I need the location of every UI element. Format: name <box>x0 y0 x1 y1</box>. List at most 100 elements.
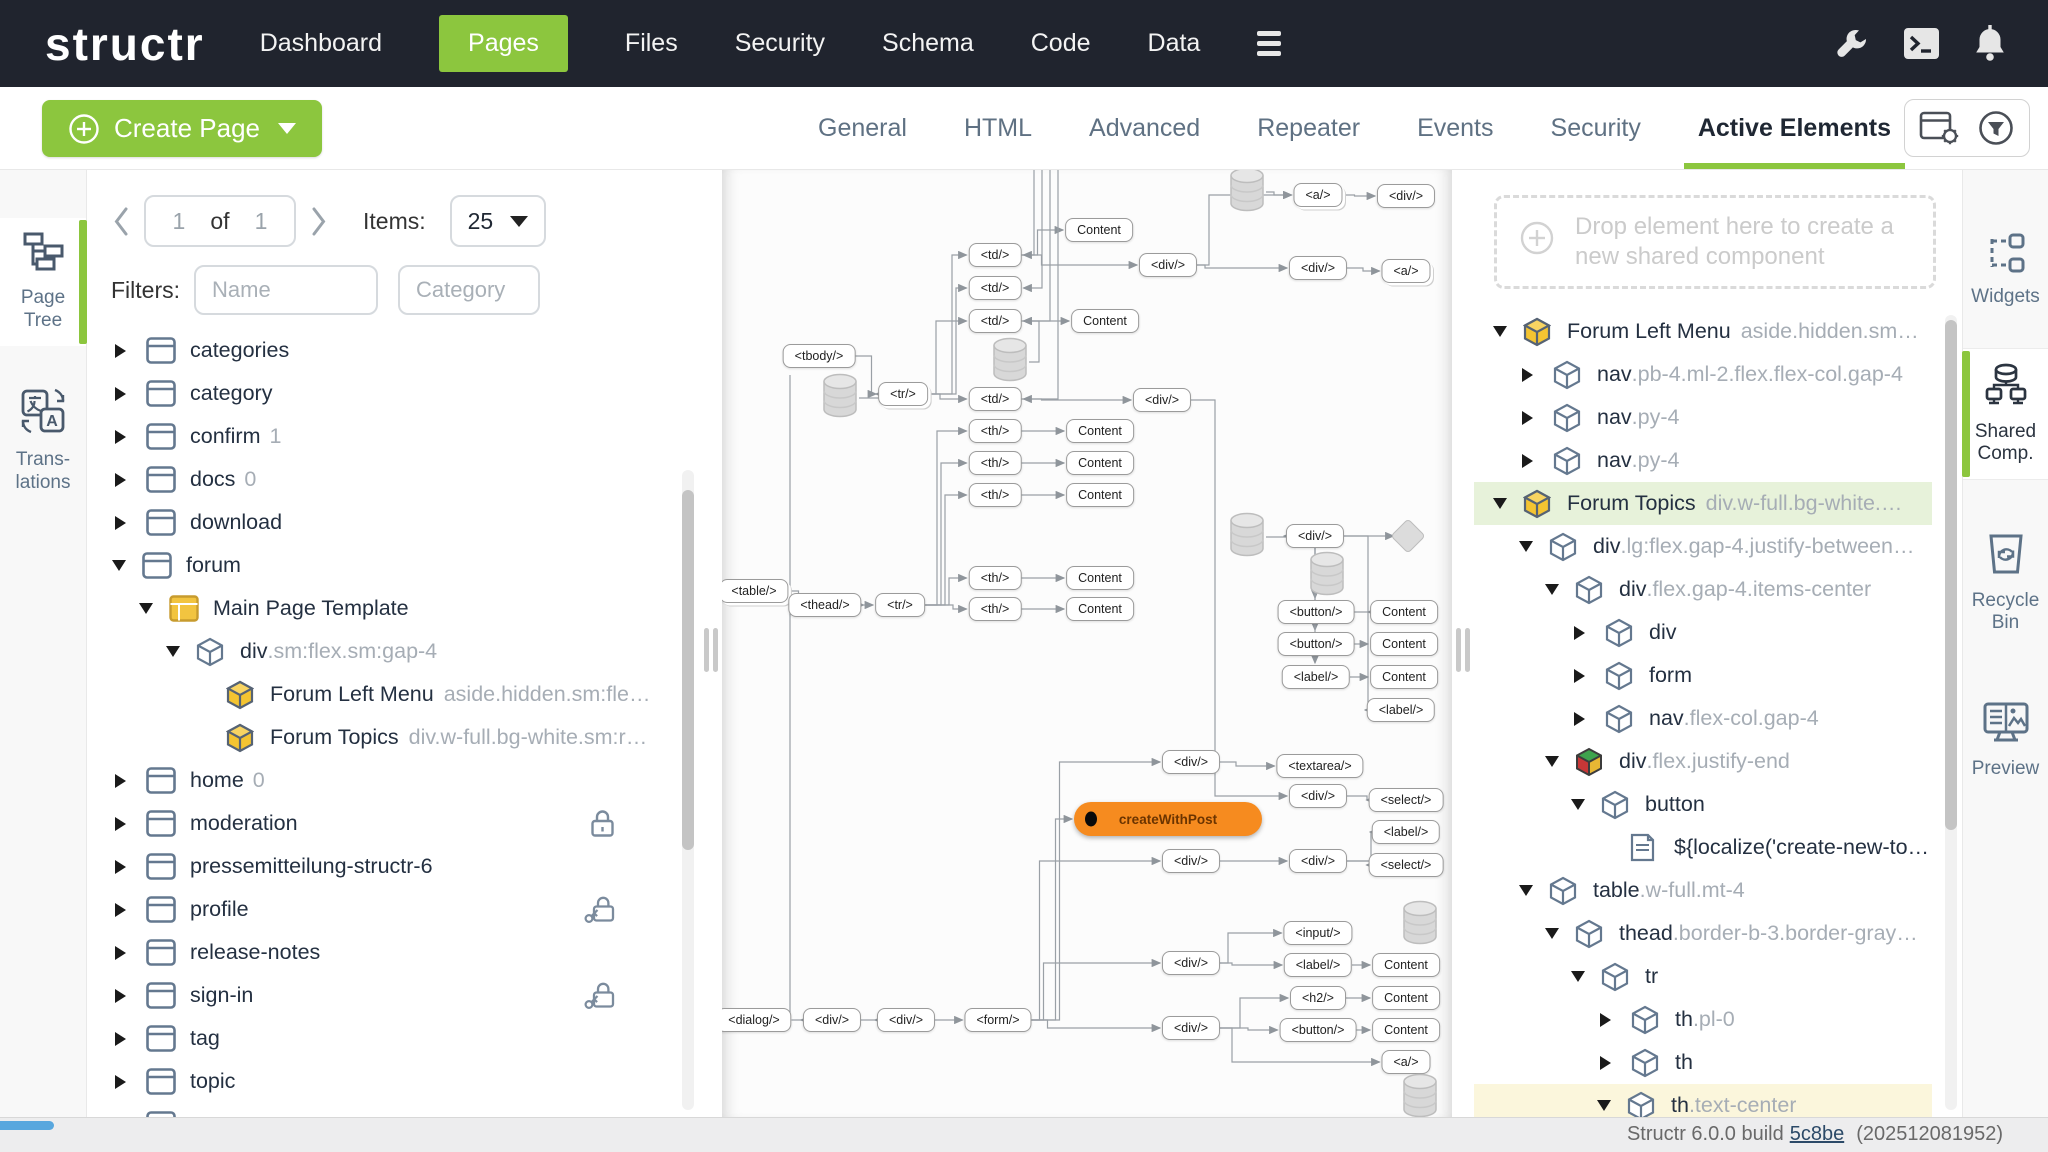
tab-general[interactable]: General <box>818 87 907 169</box>
caret-closed-icon[interactable] <box>115 774 126 788</box>
element-node[interactable]: <div/> <box>1377 184 1435 208</box>
shared-tree-row[interactable]: Forum Left Menuaside.hidden.sm… <box>1474 310 1932 353</box>
element-node[interactable]: <div/> <box>1162 849 1220 873</box>
caret-open-icon[interactable] <box>139 603 153 614</box>
tab-html[interactable]: HTML <box>964 87 1032 169</box>
menu-code[interactable]: Code <box>1031 15 1091 72</box>
key-lock-icon[interactable] <box>583 894 616 925</box>
caret-open-icon[interactable] <box>1571 799 1585 810</box>
caret-open-icon[interactable] <box>1545 928 1559 939</box>
element-node[interactable]: <div/> <box>1286 524 1344 548</box>
caret-closed-icon[interactable] <box>1574 626 1585 640</box>
element-node[interactable]: <th/> <box>969 419 1022 443</box>
caret-closed-icon[interactable] <box>115 344 126 358</box>
page-tree-row[interactable]: pressemitteilung-structr-6 <box>87 845 660 888</box>
sidebar-item-widgets[interactable]: Widgets <box>1963 220 2048 322</box>
element-node[interactable]: <td/> <box>969 387 1022 411</box>
element-node[interactable]: <button/> <box>1278 632 1355 656</box>
content-node[interactable]: Content <box>1066 566 1134 590</box>
shared-tree-row[interactable]: thead.border-b-3.border-gray… <box>1474 912 1932 955</box>
caret-closed-icon[interactable] <box>115 387 126 401</box>
content-node[interactable]: Content <box>1066 451 1134 475</box>
panel-splitter[interactable] <box>1452 170 1474 1117</box>
database-icon[interactable] <box>1401 900 1439 951</box>
content-node[interactable]: Content <box>1372 1018 1440 1042</box>
element-node[interactable]: <label/> <box>1284 953 1352 977</box>
bell-icon[interactable] <box>1974 25 2006 62</box>
category-filter-input[interactable] <box>398 265 540 315</box>
page-tree-row[interactable]: moderation <box>87 802 660 845</box>
page-tree-row[interactable]: categories <box>87 329 660 372</box>
page-tree-row[interactable]: Main Page Template <box>87 587 660 630</box>
database-icon[interactable] <box>991 337 1029 388</box>
element-node[interactable]: <th/> <box>969 566 1022 590</box>
shared-tree-row[interactable]: th.pl-0 <box>1474 998 1932 1041</box>
element-node[interactable]: <tr/> <box>878 382 928 406</box>
database-icon[interactable] <box>1308 551 1346 602</box>
element-node[interactable]: <label/> <box>1282 665 1350 689</box>
element-node[interactable]: <input/> <box>1283 921 1352 945</box>
caret-closed-icon[interactable] <box>1600 1013 1611 1027</box>
terminal-icon[interactable] <box>1903 27 1940 60</box>
caret-open-icon[interactable] <box>112 560 126 571</box>
tab-events[interactable]: Events <box>1417 87 1493 169</box>
shared-tree-row[interactable]: th <box>1474 1041 1932 1084</box>
page-tree-row[interactable]: Forum Topicsdiv.w-full.bg-white.sm:r… <box>87 716 660 759</box>
sidebar-item-page-tree[interactable]: PageTree <box>0 218 86 346</box>
element-node[interactable]: <div/> <box>1162 951 1220 975</box>
element-node[interactable]: <tbody/> <box>783 344 856 368</box>
caret-open-icon[interactable] <box>1493 498 1507 509</box>
element-node[interactable]: <td/> <box>969 276 1022 300</box>
element-node[interactable]: <div/> <box>1289 256 1347 280</box>
current-page[interactable]: 1 <box>173 208 186 235</box>
create-page-button[interactable]: Create Page <box>42 100 322 157</box>
caret-open-icon[interactable] <box>166 646 180 657</box>
menu-schema[interactable]: Schema <box>882 15 974 72</box>
element-node[interactable]: <select/> <box>1369 788 1444 812</box>
content-node[interactable]: Content <box>1370 600 1438 624</box>
caret-closed-icon[interactable] <box>115 1032 126 1046</box>
element-node[interactable]: <td/> <box>969 309 1022 333</box>
caret-closed-icon[interactable] <box>1522 411 1533 425</box>
menu-pages[interactable]: Pages <box>439 15 568 72</box>
menu-security[interactable]: Security <box>735 15 825 72</box>
caret-open-icon[interactable] <box>1519 541 1533 552</box>
caret-open-icon[interactable] <box>1571 971 1585 982</box>
caret-closed-icon[interactable] <box>1522 454 1533 468</box>
panel-splitter[interactable] <box>700 170 722 1117</box>
shared-tree-row[interactable]: nav.pb-4.ml-2.flex.flex-col.gap-4 <box>1474 353 1932 396</box>
shared-tree-row[interactable]: table.w-full.mt-4 <box>1474 869 1932 912</box>
page-size-select[interactable]: 25 <box>450 195 546 247</box>
content-node[interactable]: Content <box>1066 419 1134 443</box>
page-tree-row[interactable]: home0 <box>87 759 660 802</box>
element-node[interactable]: <div/> <box>1162 1016 1220 1040</box>
caret-closed-icon[interactable] <box>1600 1056 1611 1070</box>
element-node[interactable]: <select/> <box>1369 853 1444 877</box>
shared-tree-row[interactable]: div.lg:flex.gap-4.justify-between… <box>1474 525 1932 568</box>
sidebar-item-preview[interactable]: Preview <box>1963 688 2048 794</box>
database-icon[interactable] <box>1228 512 1266 563</box>
element-node[interactable]: <h2/> <box>1290 986 1346 1010</box>
element-node[interactable]: <div/> <box>1289 849 1347 873</box>
shared-tree-row[interactable]: div <box>1474 611 1932 654</box>
prev-page-button[interactable] <box>111 205 132 238</box>
tab-repeater[interactable]: Repeater <box>1257 87 1360 169</box>
caret-closed-icon[interactable] <box>115 817 126 831</box>
lock-icon[interactable] <box>589 808 616 839</box>
caret-open-icon[interactable] <box>1519 885 1533 896</box>
shared-tree-row[interactable]: div.flex.justify-end <box>1474 740 1932 783</box>
element-node[interactable]: <tr/> <box>875 593 925 617</box>
build-link[interactable]: 5c8be <box>1790 1123 1845 1145</box>
shared-component-dropzone[interactable]: Drop element here to create a new shared… <box>1494 195 1936 289</box>
page-tree-row[interactable]: category <box>87 372 660 415</box>
caret-closed-icon[interactable] <box>115 860 126 874</box>
caret-closed-icon[interactable] <box>115 903 126 917</box>
element-node[interactable]: <div/> <box>1289 784 1347 808</box>
element-node[interactable]: <label/> <box>1372 820 1440 844</box>
shared-tree-row[interactable]: Forum Topicsdiv.w-full.bg-white.… <box>1474 482 1932 525</box>
caret-closed-icon[interactable] <box>115 430 126 444</box>
splitter-handle-icon[interactable] <box>1456 628 1470 672</box>
page-tree-row[interactable]: profile <box>87 888 660 931</box>
content-node[interactable]: Content <box>1372 986 1440 1010</box>
sidebar-item-shared-components[interactable]: SharedComp. <box>1963 348 2048 480</box>
